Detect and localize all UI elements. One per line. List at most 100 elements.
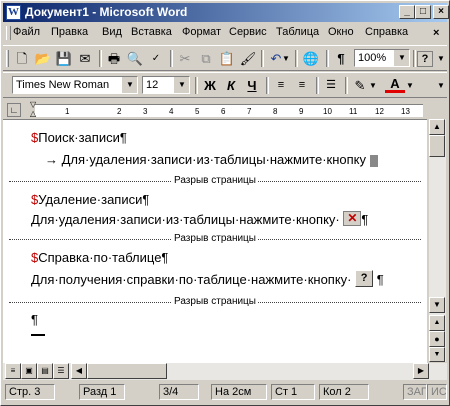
undo-dropdown-icon[interactable]: ▼ [281, 49, 291, 68]
ruler-ticks: 123 456 789 10 11 12 13 [65, 107, 410, 116]
open-folder-icon[interactable]: 📂 [33, 49, 53, 68]
align-left-icon[interactable]: ≡ [271, 76, 291, 95]
normal-view-icon[interactable]: ≡ [5, 363, 21, 379]
paragraph-1[interactable]: $Поиск·записи¶ [31, 130, 127, 145]
status-bar: Стр. 3 Разд 1 3/4 На 2см Ст 1 Кол 2 ЗАП … [3, 382, 447, 402]
spelling-icon[interactable]: ✓ [146, 49, 166, 68]
status-track-changes[interactable]: ИС [427, 384, 447, 400]
size-dropdown-icon[interactable]: ▼ [174, 77, 189, 93]
svg-text:3: 3 [143, 107, 148, 116]
maximize-button[interactable]: □ [415, 5, 431, 19]
font-color-icon[interactable]: A [385, 76, 405, 93]
close-button[interactable]: × [433, 5, 449, 19]
italic-button[interactable]: К [221, 76, 241, 95]
menu-table[interactable]: Таблица [276, 26, 319, 38]
standard-toolbar: 🗋 📂 💾 ✉ 🖶 🔍 ✓ ✂ ⧉ 📋 🖌 ↶ ▼ 🌐 ¶ 100% ▼ ? ▼ [3, 45, 447, 71]
tab-selector-icon[interactable]: ∟ [7, 103, 21, 117]
highlight-dropdown-icon[interactable]: ▼ [368, 76, 378, 95]
menu-insert[interactable]: Вставка [131, 26, 172, 38]
menu-window[interactable]: Окно [328, 26, 354, 38]
web-view-icon[interactable]: ▣ [21, 363, 37, 379]
paragraph-4[interactable]: Для·удаления·записи·из·таблицы·нажмите·к… [31, 211, 368, 228]
left-indent-icon[interactable]: △ [30, 110, 36, 118]
font-size-combo[interactable]: 12 ▼ [142, 76, 190, 94]
zoom-value: 100% [358, 52, 387, 64]
previous-page-icon[interactable]: ▲ [429, 315, 445, 331]
menubar-grip[interactable] [6, 26, 11, 40]
minimize-button[interactable]: _ [399, 5, 415, 19]
paragraph-3[interactable]: $Удаление·записи¶ [31, 192, 149, 207]
paragraph-5[interactable]: $Справка·по·таблице¶ [31, 250, 168, 265]
print-layout-icon[interactable]: ▤ [37, 363, 53, 379]
horizontal-scrollbar[interactable]: ≡ ▣ ▤ ☰ ◀ ▶ [3, 363, 447, 380]
underline-button[interactable]: Ч [242, 76, 262, 95]
copy-icon[interactable]: ⧉ [196, 49, 216, 68]
show-formatting-icon[interactable]: ¶ [331, 49, 351, 68]
svg-text:2: 2 [117, 107, 122, 116]
vertical-scrollbar[interactable]: ▲ ▼ ▲ ● ▼ [429, 119, 446, 362]
menu-tools[interactable]: Сервис [229, 26, 267, 38]
font-name-combo[interactable]: Times New Roman ▼ [12, 76, 138, 94]
title-bar[interactable]: W Документ1 - Microsoft Word _ □ × [3, 3, 449, 22]
bullets-icon[interactable]: ☰ [321, 76, 341, 95]
close-document-icon[interactable]: × [433, 27, 439, 39]
paste-icon[interactable]: 📋 [217, 49, 237, 68]
menu-format[interactable]: Формат [182, 26, 221, 38]
print-preview-icon[interactable]: 🔍 [125, 49, 145, 68]
scroll-right-icon[interactable]: ▶ [413, 363, 429, 379]
svg-text:12: 12 [375, 107, 384, 116]
email-icon[interactable]: ✉ [75, 49, 95, 68]
menu-view[interactable]: Вид [102, 26, 122, 38]
status-line: Ст 1 [271, 384, 315, 400]
cut-icon[interactable]: ✂ [175, 49, 195, 68]
format-toolbar-options-icon[interactable]: ▼ [436, 76, 446, 95]
pilcrow: ¶ [376, 272, 384, 287]
zoom-combo[interactable]: 100% ▼ [354, 49, 410, 67]
font-dropdown-icon[interactable]: ▼ [122, 77, 137, 93]
font-size-value: 12 [146, 79, 159, 91]
word-app-icon[interactable]: W [6, 5, 21, 20]
print-icon[interactable]: 🖶 [104, 49, 124, 68]
scroll-up-icon[interactable]: ▲ [429, 119, 445, 135]
scroll-thumb[interactable] [429, 135, 445, 157]
menu-help[interactable]: Справка [365, 26, 408, 38]
menu-file[interactable]: Файл [13, 26, 40, 38]
page-break-label: Разрыв страницы [172, 233, 258, 245]
first-line-indent-icon[interactable]: ▽ [30, 101, 36, 109]
svg-text:11: 11 [349, 107, 358, 116]
zoom-dropdown-icon[interactable]: ▼ [394, 50, 409, 66]
highlight-icon[interactable]: ✎ [350, 76, 370, 95]
scroll-left-icon[interactable]: ◀ [71, 363, 87, 379]
select-browse-object-icon[interactable]: ● [429, 331, 445, 347]
svg-text:7: 7 [247, 107, 252, 116]
paragraph-6[interactable]: Для·получения·справки·по·таблице·нажмите… [31, 270, 384, 289]
scroll-down-icon[interactable]: ▼ [429, 297, 445, 313]
horizontal-ruler[interactable]: ∟ 123 456 789 10 11 12 13 ▽ △ [3, 101, 447, 119]
font-name-value: Times New Roman [16, 79, 110, 91]
svg-text:6: 6 [221, 107, 226, 116]
new-document-icon[interactable]: 🗋 [12, 49, 32, 68]
bold-button[interactable]: Ж [200, 76, 220, 95]
status-record[interactable]: ЗАП [403, 384, 427, 400]
menu-edit[interactable]: Правка [51, 26, 88, 38]
next-page-icon[interactable]: ▼ [429, 347, 445, 362]
horizontal-scroll-thumb[interactable] [87, 363, 167, 379]
page-break-label: Разрыв страницы [172, 296, 258, 308]
font-color-dropdown-icon[interactable]: ▼ [405, 76, 415, 95]
outline-view-icon[interactable]: ☰ [53, 363, 69, 379]
save-icon[interactable]: 💾 [54, 49, 74, 68]
paragraph-7[interactable]: ¶ [31, 312, 38, 327]
format-painter-icon[interactable]: 🖌 [238, 49, 258, 68]
word-window: W Документ1 - Microsoft Word _ □ × Файл … [0, 0, 450, 406]
page-break-1: Разрыв страницы [9, 175, 421, 187]
paragraph-2[interactable]: → Для·удаления·записи·из·таблицы·нажмите… [45, 152, 378, 167]
hyperlink-globe-icon[interactable]: 🌐 [301, 49, 321, 68]
svg-text:1: 1 [65, 107, 70, 116]
help-button-icon: ? [355, 270, 374, 288]
toolbar-options-icon[interactable]: ▼ [436, 49, 446, 68]
svg-text:13: 13 [401, 107, 410, 116]
page-break-2: Разрыв страницы [9, 233, 421, 245]
document-area[interactable]: $Поиск·записи¶ → Для·удаления·записи·из·… [3, 119, 427, 363]
align-center-icon[interactable]: ≡ [292, 76, 312, 95]
help-icon[interactable]: ? [417, 51, 433, 67]
